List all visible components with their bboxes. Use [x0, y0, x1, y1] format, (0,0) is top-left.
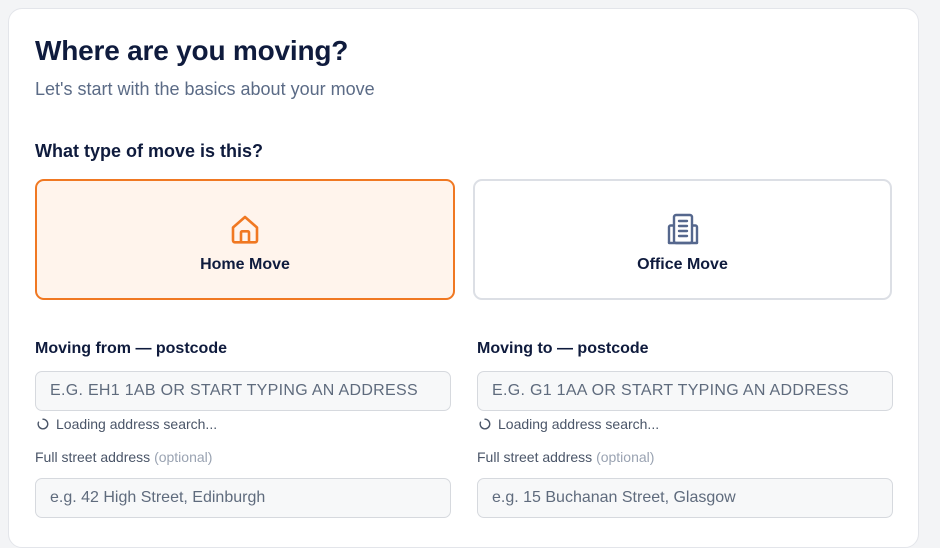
moving-to-street-input[interactable]: [477, 478, 893, 518]
home-move-option[interactable]: Home Move: [35, 179, 455, 300]
spinner-icon: [37, 418, 49, 430]
moving-to-street-label: Full street address (optional): [477, 449, 654, 465]
move-form-card: Where are you moving? Let's start with t…: [8, 8, 919, 548]
moving-to-postcode-input[interactable]: [477, 371, 893, 411]
page-title: Where are you moving?: [35, 35, 349, 66]
street-label-text: Full street address: [35, 449, 151, 465]
moving-from-street-input[interactable]: [35, 478, 451, 518]
move-type-question: What type of move is this?: [35, 141, 264, 161]
page-subtitle: Let's start with the basics about your m…: [35, 79, 375, 99]
office-building-icon: [667, 213, 698, 244]
office-move-label: Office Move: [637, 255, 728, 273]
optional-tag: (optional): [154, 449, 213, 465]
moving-to-label: Moving to — postcode: [477, 340, 649, 357]
moving-from-label: Moving from — postcode: [35, 340, 227, 357]
moving-from-loading-status: Loading address search...: [37, 416, 217, 432]
office-move-option[interactable]: Office Move: [473, 179, 892, 300]
home-move-label: Home Move: [200, 255, 290, 273]
spinner-icon: [479, 418, 491, 430]
street-label-text: Full street address: [477, 449, 593, 465]
loading-text: Loading address search...: [498, 416, 660, 432]
house-icon: [231, 215, 259, 244]
moving-to-loading-status: Loading address search...: [479, 416, 659, 432]
moving-from-postcode-input[interactable]: [35, 371, 451, 411]
optional-tag: (optional): [596, 449, 655, 465]
loading-text: Loading address search...: [56, 416, 218, 432]
moving-from-street-label: Full street address (optional): [35, 449, 212, 465]
